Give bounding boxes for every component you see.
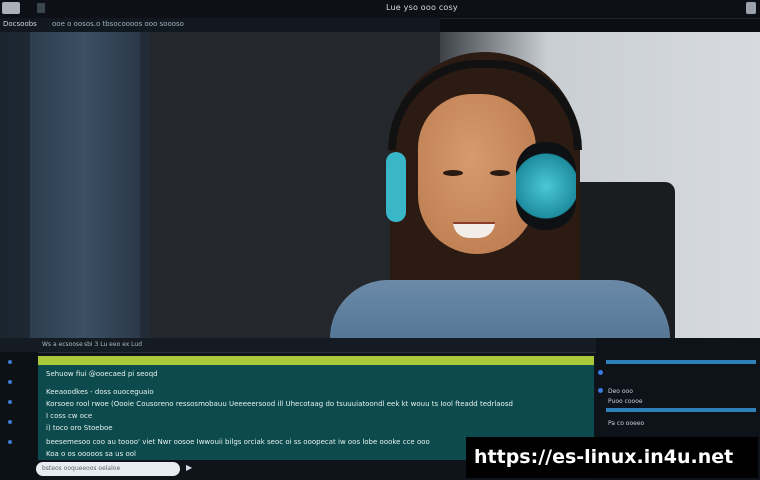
side-item[interactable]: Puoo coooe bbox=[608, 398, 643, 405]
side-progress-bar bbox=[606, 408, 756, 412]
headset-earcup-left bbox=[386, 152, 406, 222]
code-line: Koa o os ooooos sa us ool bbox=[46, 450, 136, 458]
app-icon[interactable] bbox=[2, 2, 20, 14]
status-icon bbox=[598, 388, 603, 393]
code-line: Korsoeo rool rwoe (Oooie Cousoreno resso… bbox=[46, 400, 513, 408]
code-line: beesemesoo coo au toooo' viet Nwr oosoe … bbox=[46, 438, 430, 446]
breakpoint-icon[interactable] bbox=[8, 400, 12, 404]
breakpoint-icon[interactable] bbox=[8, 440, 12, 444]
code-line: Sehuow fiui @ooecaed pi seoqd bbox=[46, 370, 158, 378]
code-line: i) toco oro Stoeboe bbox=[46, 424, 113, 432]
toolbar-path: ooe o oosos.o tbsocoooos ooo soooso bbox=[52, 20, 184, 28]
menu-icon[interactable] bbox=[37, 3, 45, 13]
side-item[interactable]: Pa co ooeeo bbox=[608, 420, 644, 427]
breakpoint-icon[interactable] bbox=[8, 420, 12, 424]
headset-earcup-right bbox=[516, 142, 576, 230]
video-scene bbox=[0, 32, 760, 338]
play-icon[interactable]: ▶ bbox=[186, 463, 192, 472]
denim-shirt bbox=[330, 280, 670, 338]
eye-left bbox=[443, 170, 463, 176]
panel-tab[interactable]: Ws a ecsoose bbox=[42, 341, 83, 348]
side-item[interactable]: Deo ooo bbox=[608, 388, 633, 395]
code-line: Keeaoodkes - doss ouoceguaio bbox=[46, 388, 154, 396]
toolbar: Docsoobs ooe o oosos.o tbsocoooos ooo so… bbox=[0, 18, 440, 32]
highlighted-line bbox=[38, 356, 594, 365]
status-icon bbox=[598, 370, 603, 375]
toolbar-label[interactable]: Docsoobs bbox=[3, 20, 37, 28]
headset-band bbox=[388, 60, 582, 150]
eye-right bbox=[490, 170, 510, 176]
background-door bbox=[30, 32, 140, 338]
title-bar: Lue yso ooo cosy bbox=[0, 0, 760, 19]
code-line: I coss cw oce bbox=[46, 412, 93, 420]
panel-tab[interactable]: sbi 3 Lu eeo ex Lud bbox=[84, 341, 142, 348]
panel-header: Ws a ecsoose sbi 3 Lu eeo ex Lud bbox=[0, 338, 600, 353]
side-progress-bar bbox=[606, 360, 756, 364]
command-input[interactable]: bsteos ooqueeoos oelaloe bbox=[36, 462, 180, 476]
line-gutter bbox=[0, 352, 38, 480]
window-control-icon[interactable] bbox=[746, 2, 756, 14]
breakpoint-icon[interactable] bbox=[8, 360, 12, 364]
breakpoint-icon[interactable] bbox=[8, 380, 12, 384]
person-with-headset bbox=[330, 52, 670, 338]
watermark-url: https://es-linux.in4u.net bbox=[466, 437, 758, 478]
window-title: Lue yso ooo cosy bbox=[386, 3, 458, 12]
